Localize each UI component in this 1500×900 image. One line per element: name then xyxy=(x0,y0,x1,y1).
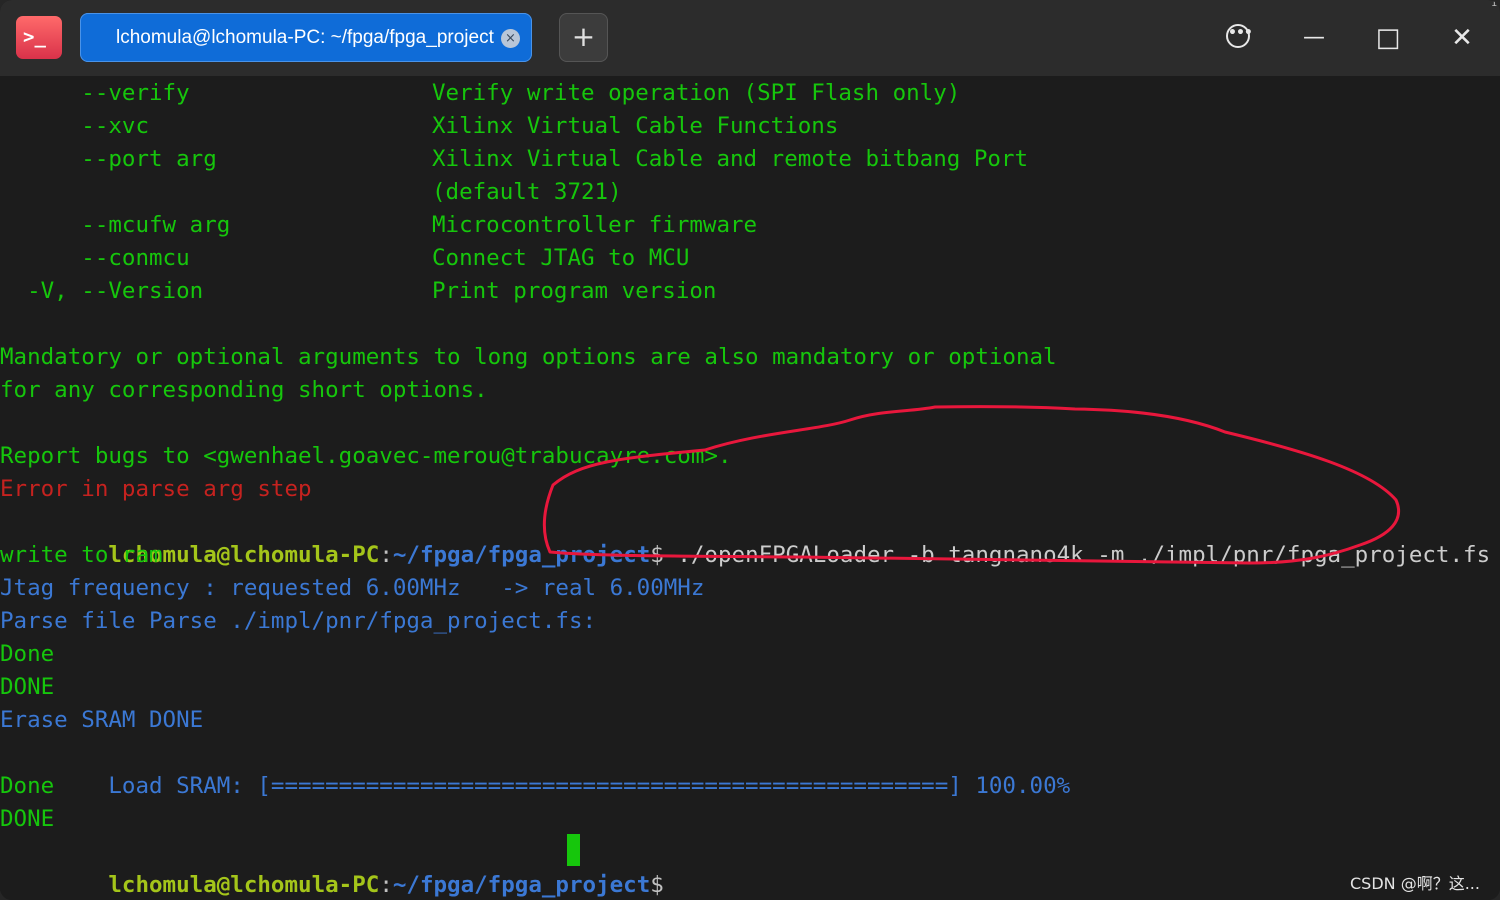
corner-marker: 1 xyxy=(1491,0,1498,9)
help-row-version: -V, --Version Print program version xyxy=(0,275,716,308)
prompt-path: ~/fpga/fpga_project xyxy=(392,872,651,898)
output-load-sram: Load SRAM: [============================… xyxy=(0,737,1070,799)
help-option: --xvc xyxy=(0,113,150,139)
error-line: Error in parse arg step xyxy=(0,476,312,502)
load-sram-label: Load SRAM: xyxy=(108,773,258,799)
tab-title: lchomula@lchomula-PC: ~/fpga/fpga_projec… xyxy=(116,27,494,48)
title-bar: >_ lchomula@lchomula-PC: ~/fpga/fpga_pro… xyxy=(0,0,1500,76)
text-cursor xyxy=(567,834,580,866)
tab-active-terminal[interactable]: lchomula@lchomula-PC: ~/fpga/fpga_projec… xyxy=(80,13,532,62)
minimize-button[interactable]: — xyxy=(1294,20,1334,56)
more-options-button[interactable]: ••• xyxy=(1218,20,1258,56)
help-row-port-default: (default 3721) xyxy=(0,176,622,209)
output-jtag-frequency: Jtag frequency : requested 6.00MHz -> re… xyxy=(0,575,705,601)
current-prompt-line[interactable]: lchomula@lchomula-PC:~/fpga/fpga_project… xyxy=(0,836,663,898)
mandatory-note-line1: Mandatory or optional arguments to long … xyxy=(0,344,1057,370)
help-description: Verify write operation (SPI Flash only) xyxy=(432,80,961,106)
help-row-port: --port arg Xilinx Virtual Cable and remo… xyxy=(0,143,1028,176)
output-write-to-ram: write to ram xyxy=(0,542,163,568)
maximize-button[interactable]: □ xyxy=(1368,20,1408,56)
more-options-icon: ••• xyxy=(1226,24,1253,48)
output-erase-sram: Erase SRAM DONE xyxy=(0,707,204,733)
load-sram-percent: 100.00% xyxy=(961,773,1071,799)
load-sram-progress-bar: [=======================================… xyxy=(257,773,962,799)
help-option: --verify xyxy=(0,80,190,106)
output-done-caps-2: DONE xyxy=(0,806,55,832)
help-description: Microcontroller firmware xyxy=(432,212,758,238)
help-description: Xilinx Virtual Cable Functions xyxy=(432,113,839,139)
entered-command: ./openFPGALoader -b tangnano4k -m ./impl… xyxy=(663,542,1491,568)
help-description: Print program version xyxy=(432,278,717,304)
help-row-verify: --verify Verify write operation (SPI Fla… xyxy=(0,77,960,110)
help-option: -V, --Version xyxy=(0,278,204,304)
prompt-path: ~/fpga/fpga_project xyxy=(392,542,651,568)
terminal-window: >_ lchomula@lchomula-PC: ~/fpga/fpga_pro… xyxy=(0,0,1500,900)
prompt-dollar: $ xyxy=(650,542,664,568)
help-option: --conmcu xyxy=(0,245,190,271)
report-bugs-line: Report bugs to <gwenhael.goavec-merou@tr… xyxy=(0,443,732,469)
prompt-separator: : xyxy=(379,542,393,568)
help-description: Xilinx Virtual Cable and remote bitbang … xyxy=(432,146,1029,172)
close-window-button[interactable]: ✕ xyxy=(1442,20,1482,56)
output-done-2: Done xyxy=(0,773,55,799)
help-description: (default 3721) xyxy=(432,179,622,205)
help-option: --mcufw arg xyxy=(0,212,231,238)
output-done-caps: DONE xyxy=(0,674,55,700)
new-tab-button[interactable]: + xyxy=(559,13,608,62)
prompt-dollar: $ xyxy=(650,872,664,898)
help-row-conmcu: --conmcu Connect JTAG to MCU xyxy=(0,242,689,275)
help-option: --port arg xyxy=(0,146,217,172)
help-description: Connect JTAG to MCU xyxy=(432,245,690,271)
mandatory-note-line2: for any corresponding short options. xyxy=(0,377,488,403)
csdn-watermark: CSDN @啊？这... xyxy=(1350,874,1480,893)
prompt-separator: : xyxy=(379,872,393,898)
terminal-app-icon[interactable]: >_ xyxy=(16,16,62,59)
help-row-xvc: --xvc Xilinx Virtual Cable Functions xyxy=(0,110,838,143)
output-parse-file: Parse file Parse ./impl/pnr/fpga_project… xyxy=(0,608,597,634)
prompt-user: lchomula@lchomula-PC xyxy=(108,872,380,898)
command-prompt-line: lchomula@lchomula-PC:~/fpga/fpga_project… xyxy=(0,506,1490,568)
help-row-mcufw: --mcufw arg Microcontroller firmware xyxy=(0,209,757,242)
output-done: Done xyxy=(0,641,55,667)
tab-close-icon[interactable]: × xyxy=(501,29,520,48)
terminal-output-area[interactable]: --verify Verify write operation (SPI Fla… xyxy=(0,77,1500,900)
